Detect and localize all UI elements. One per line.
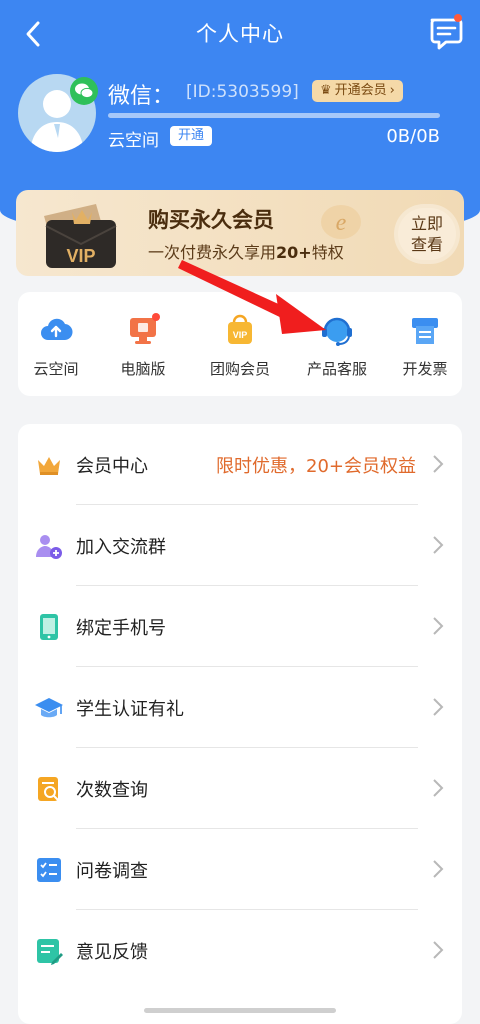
menu-item-label: 意见反馈 xyxy=(76,942,148,963)
menu-item-feedback[interactable]: 意见反馈 xyxy=(18,910,462,991)
menu-item-student-verify[interactable]: 学生认证有礼 xyxy=(18,667,462,748)
quick-action-label: 云空间 xyxy=(33,360,79,378)
user-id: [ID:5303599] xyxy=(186,82,299,102)
open-vip-button[interactable]: ♛ 开通会员 › xyxy=(312,80,403,102)
headset-icon xyxy=(322,317,352,346)
cloud-space-label: 云空间 xyxy=(108,131,159,151)
quick-action-label: 开发票 xyxy=(402,360,448,378)
top-bar: 个人中心 xyxy=(0,0,480,66)
cloud-upload-icon xyxy=(41,318,73,341)
chevron-right-icon xyxy=(433,779,444,797)
menu-item-label: 问卷调查 xyxy=(76,861,148,882)
home-indicator xyxy=(144,1008,336,1013)
search-document-icon xyxy=(38,777,59,801)
page-title: 个人中心 xyxy=(196,22,284,46)
open-cloud-button[interactable]: 开通 xyxy=(170,126,213,146)
view-now-line2: 查看 xyxy=(410,235,443,254)
crown-icon xyxy=(38,457,60,475)
menu-card: 会员中心 限时优惠，20+会员权益 加入交流群 绑定手机号 学生认证有礼 次数查… xyxy=(18,424,462,1024)
menu-item-join-group[interactable]: 加入交流群 xyxy=(18,505,462,586)
vip-card-text: VIP xyxy=(66,246,95,266)
banner-subtitle-prefix: 一次付费永久享用 xyxy=(148,243,277,262)
messages-button[interactable] xyxy=(426,14,466,52)
storage-usage: 0B/0B xyxy=(386,126,440,147)
quick-action-label: 团购会员 xyxy=(209,360,270,378)
wechat-badge xyxy=(70,77,98,105)
open-vip-label: 开通会员 xyxy=(334,83,387,98)
storage-progress-bar xyxy=(108,113,440,118)
vip-bag-icon: VIP xyxy=(228,314,252,344)
graduation-cap-icon xyxy=(35,698,63,718)
quick-action-label: 产品客服 xyxy=(306,360,367,378)
quick-action-label: 电脑版 xyxy=(120,360,166,378)
quick-action-group-vip[interactable]: VIP 团购会员 xyxy=(196,312,284,379)
view-now-line1: 立即 xyxy=(410,214,443,233)
banner-subtitle: 一次付费永久享用20+特权 xyxy=(148,239,344,263)
menu-item-label: 会员中心 xyxy=(76,456,148,477)
menu-item-label: 绑定手机号 xyxy=(76,618,166,639)
desktop-icon xyxy=(130,313,160,344)
chevron-right-icon xyxy=(433,698,444,716)
menu-item-label: 次数查询 xyxy=(76,780,148,801)
quick-actions-card: 云空间 电脑版 VIP 团购会员 产品客服 开发票 xyxy=(18,292,462,396)
user-name: 微信： xyxy=(108,84,175,109)
svg-text:e: e xyxy=(336,210,347,236)
menu-item-label: 加入交流群 xyxy=(76,537,166,558)
vip-card-icon: VIP xyxy=(44,204,117,268)
quick-action-invoice[interactable]: 开发票 xyxy=(381,312,469,379)
chevron-right-icon xyxy=(433,455,444,473)
coin-icon: e xyxy=(321,205,361,239)
banner-subtitle-suffix: 特权 xyxy=(311,243,344,262)
menu-item-survey[interactable]: 问卷调查 xyxy=(18,829,462,910)
quick-action-cloud-space[interactable]: 云空间 xyxy=(12,312,100,379)
menu-item-vip-center[interactable]: 会员中心 限时优惠，20+会员权益 xyxy=(18,424,462,505)
chevron-right-icon xyxy=(433,941,444,959)
chevron-right-icon xyxy=(433,617,444,635)
wechat-icon xyxy=(75,83,94,99)
permanent-vip-banner[interactable]: VIP 购买永久会员 一次付费永久享用20+特权 e 立即 查看 xyxy=(16,190,464,276)
group-add-icon xyxy=(36,535,62,559)
chevron-right-icon: › xyxy=(389,83,395,98)
phone-icon xyxy=(40,614,58,640)
quick-action-desktop[interactable]: 电脑版 xyxy=(99,312,187,379)
crown-icon: ♛ xyxy=(320,83,332,98)
chevron-right-icon xyxy=(433,536,444,554)
svg-text:VIP: VIP xyxy=(233,330,248,340)
view-now-button[interactable]: 立即 查看 xyxy=(398,208,456,260)
menu-item-usage-query[interactable]: 次数查询 xyxy=(18,748,462,829)
banner-subtitle-highlight: 20+ xyxy=(276,243,312,262)
quick-action-customer-service[interactable]: 产品客服 xyxy=(293,312,381,379)
vip-promo-text: 限时优惠，20+会员权益 xyxy=(216,456,416,477)
menu-item-bind-phone[interactable]: 绑定手机号 xyxy=(18,586,462,667)
banner-title: 购买永久会员 xyxy=(148,208,274,232)
feedback-edit-icon xyxy=(37,939,63,965)
invoice-printer-icon xyxy=(412,318,438,344)
unread-dot xyxy=(454,14,462,22)
menu-item-label: 学生认证有礼 xyxy=(76,699,184,720)
chevron-right-icon xyxy=(433,860,444,878)
checklist-icon xyxy=(37,858,61,882)
